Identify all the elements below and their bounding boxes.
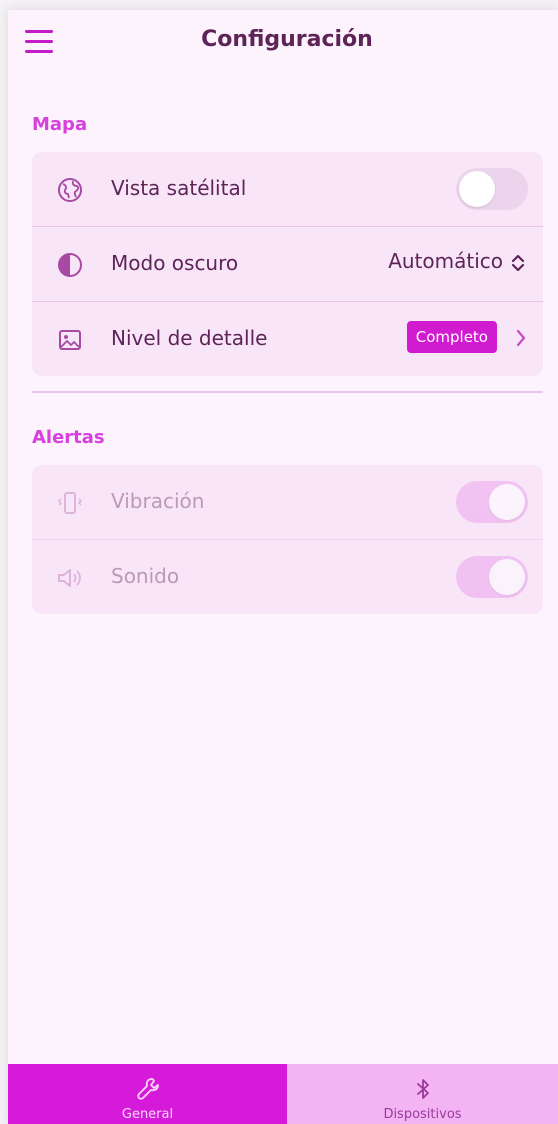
app-header: Configuración [8, 10, 558, 74]
tab-devices[interactable]: Dispositivos [287, 1064, 558, 1124]
speaker-icon [58, 569, 81, 587]
image-icon [59, 330, 81, 350]
vibration-row: Vibración [32, 465, 543, 540]
wrench-icon [136, 1078, 159, 1100]
chevron-up-down-icon [511, 254, 525, 271]
settings-screen: Configuración Mapa Vista satélital Modo … [8, 10, 558, 1124]
dark-mode-select[interactable]: Automático [388, 249, 525, 273]
vibration-label: Vibración [111, 489, 205, 513]
dark-mode-label: Modo oscuro [111, 251, 239, 275]
detail-level-badge: Completo [406, 321, 497, 353]
section-title-map: Mapa [32, 114, 88, 135]
detail-level-label: Nivel de detalle [111, 326, 268, 350]
sound-label: Sonido [111, 564, 180, 588]
sound-toggle[interactable] [456, 556, 528, 598]
tab-general-label: General [121, 1107, 174, 1122]
chevron-right-icon[interactable] [513, 328, 529, 348]
satellite-view-toggle[interactable] [456, 168, 528, 210]
vibration-toggle[interactable] [456, 481, 528, 523]
tab-devices-label: Dispositivos [383, 1107, 462, 1122]
tab-general[interactable]: General [8, 1064, 287, 1124]
bottom-tab-bar: General Dispositivos [8, 1064, 558, 1124]
dark-mode-row: Modo oscuro Automático [32, 227, 543, 302]
toggle-knob [489, 559, 525, 595]
vibration-icon [57, 492, 83, 514]
dark-mode-select-value: Automático [388, 249, 503, 273]
sound-row: Sonido [32, 540, 543, 614]
toggle-knob [459, 171, 495, 207]
satellite-view-label: Vista satélital [111, 176, 247, 200]
globe-icon [58, 178, 82, 202]
satellite-view-row: Vista satélital [32, 152, 543, 227]
section-divider [32, 391, 543, 393]
toggle-knob [489, 484, 525, 520]
page-title: Configuración [201, 27, 373, 52]
map-settings-card: Vista satélital Modo oscuro Automático N… [32, 152, 543, 376]
section-title-alerts: Alertas [32, 427, 105, 448]
detail-level-row[interactable]: Nivel de detalle Completo [32, 302, 543, 376]
alerts-settings-card: Vibración Sonido [32, 465, 543, 614]
contrast-icon [58, 253, 82, 277]
bluetooth-icon [416, 1079, 429, 1099]
